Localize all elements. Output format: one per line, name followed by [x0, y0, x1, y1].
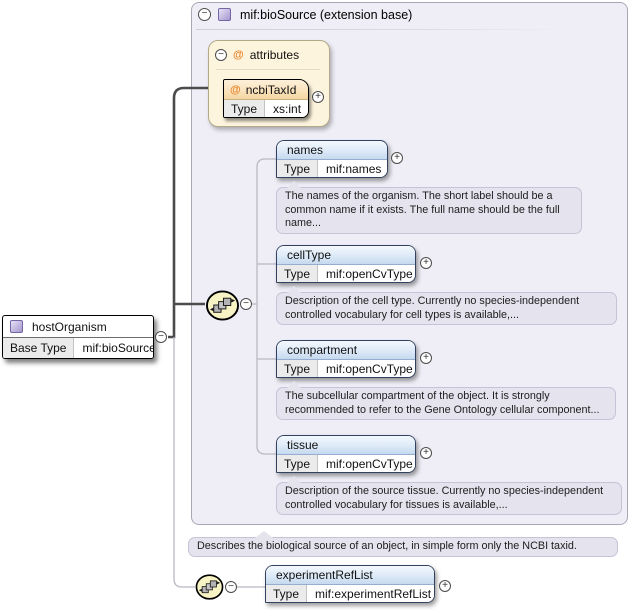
type-label: Type: [277, 265, 318, 283]
minus-icon: −: [218, 50, 224, 60]
divider: [216, 69, 320, 70]
annotation-text: Description of the cell type. Currently …: [285, 295, 579, 321]
attribute-icon: @: [233, 49, 244, 61]
attributes-label: attributes: [250, 48, 299, 62]
attribute-name: ncbiTaxId: [246, 83, 297, 97]
plus-icon: +: [315, 92, 321, 102]
annotation-cellType: Description of the cell type. Currently …: [276, 292, 617, 325]
type-value: mif:openCvType: [318, 455, 416, 473]
minus-icon: −: [243, 299, 249, 309]
expand-toggle-compartment[interactable]: +: [420, 352, 432, 364]
expand-toggle-experimentRefList[interactable]: +: [439, 580, 451, 592]
element-name: tissue: [277, 436, 415, 455]
attribute-ncbiTaxId-header: @ ncbiTaxId: [224, 80, 308, 100]
bubble-pointer: [287, 286, 301, 293]
element-name: names: [277, 141, 387, 160]
type-label: Type: [277, 455, 318, 473]
element-tissue[interactable]: tissue Type mif:openCvType: [276, 435, 416, 473]
element-experimentRefList[interactable]: experimentRefList Type mif:experimentRef…: [265, 565, 435, 603]
element-cellType[interactable]: cellType Type mif:openCvType: [276, 245, 416, 283]
element-name: experimentRefList: [266, 566, 434, 585]
expand-toggle-tissue[interactable]: +: [420, 447, 432, 459]
sequence-icon[interactable]: [204, 289, 241, 322]
minus-icon: −: [228, 582, 234, 592]
bubble-pointer: [287, 476, 301, 483]
attribute-ncbiTaxId[interactable]: @ ncbiTaxId Type xs:int: [223, 79, 309, 118]
collapse-toggle-sequence-2[interactable]: −: [225, 581, 237, 593]
element-name: cellType: [277, 246, 415, 265]
bubble-pointer: [287, 181, 301, 188]
attribute-icon: @: [230, 84, 241, 96]
annotation-names: The names of the organism. The short lab…: [276, 187, 582, 234]
bubble-pointer: [287, 381, 301, 388]
plus-icon: +: [442, 581, 448, 591]
annotation-text: The names of the organism. The short lab…: [285, 190, 560, 229]
element-compartment[interactable]: compartment Type mif:openCvType: [276, 340, 416, 378]
type-label: Type: [277, 160, 318, 178]
plus-icon: +: [423, 353, 429, 363]
plus-icon: +: [423, 448, 429, 458]
expand-toggle-cellType[interactable]: +: [420, 257, 432, 269]
type-label: Type: [266, 585, 307, 603]
collapse-toggle-attributes[interactable]: −: [215, 49, 227, 61]
attributes-group: − @ attributes @ ncbiTaxId Type xs:int: [208, 40, 330, 127]
type-label: Type: [277, 360, 318, 378]
element-name: hostOrganism: [32, 320, 107, 334]
type-value: xs:int: [265, 100, 309, 118]
type-label: Type: [224, 100, 265, 118]
annotation-text: The subcellular compartment of the objec…: [285, 390, 599, 416]
base-type-label: Base Type: [3, 338, 74, 358]
element-names[interactable]: names Type mif:names: [276, 140, 388, 178]
expand-toggle-ncbiTaxId[interactable]: +: [312, 91, 324, 103]
plus-icon: +: [394, 153, 400, 163]
annotation-text: Describes the biological source of an ob…: [197, 540, 577, 552]
collapse-toggle-sequence[interactable]: −: [240, 298, 252, 310]
type-value: mif:openCvType: [318, 265, 416, 283]
annotation-tissue: Description of the source tissue. Curren…: [276, 482, 622, 515]
type-value: mif:openCvType: [318, 360, 416, 378]
minus-icon: −: [158, 332, 164, 342]
annotation-bioSource: Describes the biological source of an ob…: [188, 537, 618, 557]
type-value: mif:names: [318, 160, 388, 178]
element-name: compartment: [277, 341, 415, 360]
bubble-pointer: [255, 531, 273, 538]
collapse-toggle-hostOrganism[interactable]: −: [155, 331, 167, 343]
complex-type-icon: [10, 320, 23, 333]
expand-toggle-names[interactable]: +: [391, 152, 403, 164]
annotation-text: Description of the source tissue. Curren…: [285, 485, 603, 511]
annotation-compartment: The subcellular compartment of the objec…: [276, 387, 616, 420]
sequence-icon[interactable]: [194, 573, 225, 601]
attributes-header: − @ attributes: [215, 48, 299, 62]
plus-icon: +: [423, 258, 429, 268]
type-value: mif:experimentRefList: [307, 585, 435, 603]
base-type-value: mif:bioSource: [74, 338, 154, 358]
element-hostOrganism[interactable]: hostOrganism Base Type mif:bioSource: [2, 315, 154, 359]
